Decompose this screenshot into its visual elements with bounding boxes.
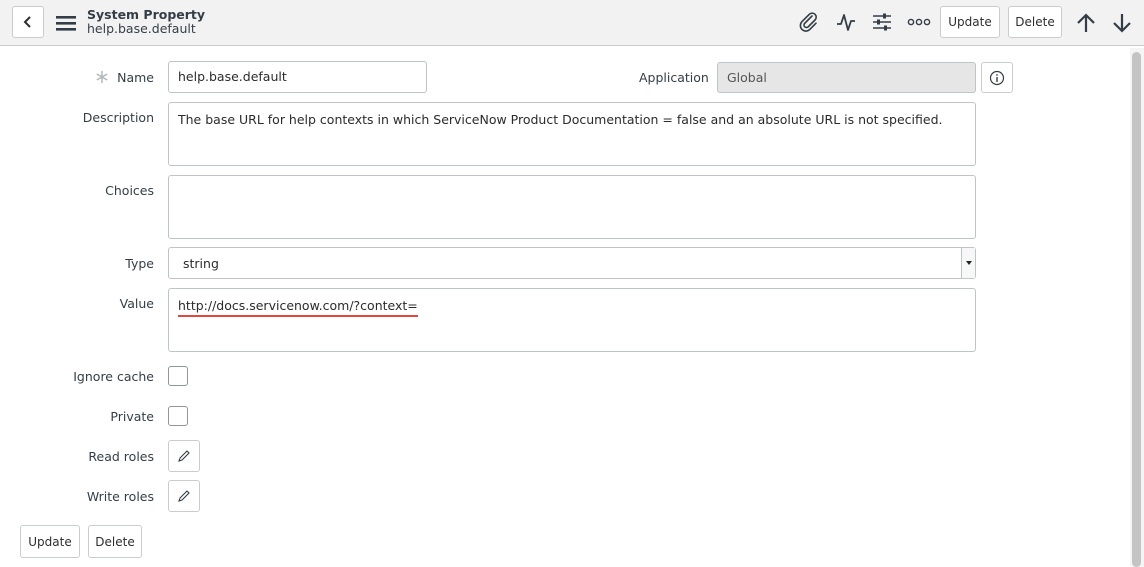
activity-button[interactable]	[834, 10, 858, 34]
caret-down-icon	[966, 261, 972, 265]
choices-textarea[interactable]	[168, 175, 976, 239]
write-roles-label: Write roles	[86, 489, 154, 504]
application-info-button[interactable]	[981, 62, 1013, 93]
application-label: Application	[639, 70, 709, 85]
sliders-icon	[873, 13, 891, 31]
arrow-down-icon	[1113, 14, 1131, 33]
read-roles-edit-button[interactable]	[168, 440, 200, 472]
header-update-button[interactable]: Update	[940, 6, 1000, 38]
description-label: Description	[82, 110, 154, 125]
value-label: Value	[119, 296, 154, 311]
read-roles-label: Read roles	[88, 449, 154, 464]
form-title-text: System Property	[87, 7, 206, 22]
pencil-icon	[178, 490, 190, 502]
form-subtitle-text: help.base.default	[87, 21, 196, 36]
chevron-left-icon	[23, 16, 31, 28]
personalize-form-button[interactable]	[870, 10, 894, 34]
more-icon	[907, 18, 931, 26]
paperclip-icon	[799, 12, 817, 32]
mandatory-indicator	[95, 70, 109, 88]
type-select[interactable]: string	[168, 247, 976, 279]
private-label: Private	[110, 409, 154, 424]
name-input[interactable]: help.base.default	[168, 61, 427, 93]
select-arrow	[961, 248, 975, 278]
private-checkbox[interactable]	[168, 406, 188, 426]
ignore-cache-label: Ignore cache	[73, 369, 154, 384]
type-selected-value: string	[183, 256, 219, 271]
description-textarea[interactable]: The base URL for help contexts in which …	[168, 102, 976, 166]
footer-update-button[interactable]: Update	[20, 525, 80, 558]
write-roles-edit-button[interactable]	[168, 480, 200, 512]
header-delete-button[interactable]: Delete	[1008, 6, 1062, 38]
menu-button[interactable]	[54, 11, 78, 35]
arrow-up-icon	[1077, 13, 1095, 32]
hamburger-icon	[56, 16, 76, 31]
attachment-button[interactable]	[797, 10, 821, 34]
form-title: System Property help.base.default	[87, 8, 205, 36]
application-field: Global	[717, 62, 976, 93]
ignore-cache-checkbox[interactable]	[168, 366, 188, 386]
name-label: Name	[117, 70, 154, 85]
choices-label: Choices	[105, 183, 154, 198]
next-record-button[interactable]	[1110, 10, 1134, 36]
type-label: Type	[125, 256, 154, 271]
footer-delete-button[interactable]: Delete	[88, 525, 142, 558]
page-scrollbar-thumb[interactable]	[1132, 52, 1141, 567]
asterisk-icon	[96, 71, 108, 83]
value-textarea[interactable]: http://docs.servicenow.com/?context=	[168, 288, 976, 352]
value-text: http://docs.servicenow.com/?context=	[178, 298, 418, 317]
more-options-button[interactable]	[907, 10, 931, 34]
form-header: System Property help.base.default Update…	[0, 0, 1144, 46]
previous-record-button[interactable]	[1074, 10, 1098, 36]
back-button[interactable]	[12, 6, 44, 38]
activity-icon	[837, 14, 855, 31]
info-icon	[989, 70, 1005, 85]
pencil-icon	[178, 450, 190, 462]
